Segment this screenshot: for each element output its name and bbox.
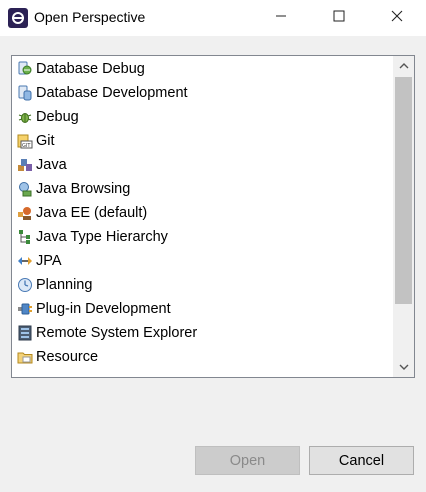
planning-icon: [17, 277, 33, 293]
cancel-button[interactable]: Cancel: [309, 446, 414, 475]
window-title: Open Perspective: [34, 9, 146, 25]
list-item-jpa[interactable]: JPA: [17, 249, 392, 273]
remote-system-explorer-icon: [17, 325, 33, 341]
maximize-icon: [333, 9, 345, 27]
list-item-java-browsing[interactable]: Java Browsing: [17, 177, 392, 201]
database-debug-icon: [17, 61, 33, 77]
list-item-java[interactable]: Java: [17, 153, 392, 177]
list-item-planning[interactable]: Planning: [17, 273, 392, 297]
title-bar: Open Perspective: [0, 0, 426, 36]
minimize-icon: [275, 9, 287, 27]
svg-text:GIT: GIT: [22, 143, 31, 149]
perspective-list[interactable]: Database Debug Database Development Debu…: [11, 55, 415, 378]
eclipse-icon: [8, 8, 28, 28]
debug-bug-icon: [17, 109, 33, 125]
scroll-up-button[interactable]: [393, 56, 414, 76]
list-item-java-type-hierarchy[interactable]: Java Type Hierarchy: [17, 225, 392, 249]
list-item-remote-system-explorer[interactable]: Remote System Explorer: [17, 321, 392, 345]
resource-folder-icon: [17, 349, 33, 365]
close-button[interactable]: [374, 0, 420, 36]
open-button[interactable]: Open: [195, 446, 300, 475]
java-ee-icon: [17, 205, 33, 221]
minimize-button[interactable]: [258, 0, 304, 36]
scroll-down-button[interactable]: [393, 357, 414, 377]
list-item-java-ee[interactable]: Java EE (default): [17, 201, 392, 225]
type-hierarchy-icon: [17, 229, 33, 245]
list-item-debug[interactable]: Debug: [17, 105, 392, 129]
perspective-list-items: Database Debug Database Development Debu…: [12, 56, 392, 377]
close-icon: [391, 9, 403, 27]
jpa-icon: [17, 253, 33, 269]
scroll-thumb[interactable]: [395, 77, 412, 304]
java-icon: [17, 157, 33, 173]
list-item-resource[interactable]: Resource: [17, 345, 392, 369]
list-scrollbar[interactable]: [393, 56, 414, 377]
list-item-database-development[interactable]: Database Development: [17, 81, 392, 105]
java-browsing-icon: [17, 181, 33, 197]
database-development-icon: [17, 85, 33, 101]
list-item-plugin-development[interactable]: Plug-in Development: [17, 297, 392, 321]
plugin-development-icon: [17, 301, 33, 317]
list-item-database-debug[interactable]: Database Debug: [17, 57, 392, 81]
chevron-down-icon: [399, 358, 409, 376]
git-icon: GIT: [17, 133, 33, 149]
maximize-button[interactable]: [316, 0, 362, 36]
list-item-git[interactable]: GIT Git: [17, 129, 392, 153]
chevron-up-icon: [399, 57, 409, 75]
